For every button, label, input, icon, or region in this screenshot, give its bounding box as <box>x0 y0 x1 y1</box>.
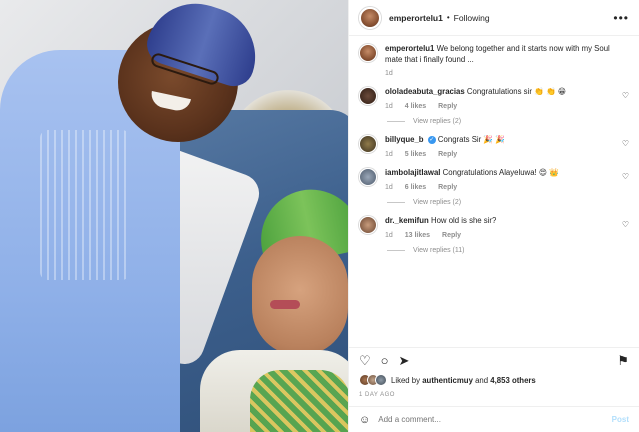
comment-item: ololadeabuta_gracias Congratulations sir… <box>359 87 629 111</box>
comment-text: Congratulations Alayeluwa! 😍 👑 <box>442 168 559 178</box>
comment-text: How old is she sir? <box>430 216 497 226</box>
emoji-icon[interactable]: ☺ <box>359 414 370 426</box>
post-side-panel: emperortelu1 • Following ••• emperortelu… <box>348 0 639 432</box>
commenter-username[interactable]: billyque_b <box>385 135 424 144</box>
photo-robe-embroidery <box>40 130 130 280</box>
comments-list[interactable]: emperortelu1 We belong together and it s… <box>349 36 639 347</box>
comment-likes[interactable]: 13 likes <box>405 232 430 239</box>
reply-button[interactable]: Reply <box>438 103 457 110</box>
comment-likes[interactable]: 5 likes <box>405 151 426 158</box>
likes-summary: Liked by authenticmuy and 4,853 others <box>359 374 629 386</box>
commenter-avatar[interactable] <box>359 168 377 187</box>
comment-meta: 1d 5 likes Reply <box>385 150 616 159</box>
liked-by-suffix: and <box>475 375 489 385</box>
reply-button[interactable]: Reply <box>442 232 461 239</box>
author-avatar[interactable] <box>359 6 381 29</box>
commenter-username[interactable]: iambolajitlawal <box>385 168 440 177</box>
post-time-ago: 1 DAY AGO <box>359 392 395 398</box>
view-replies[interactable]: View replies (2) <box>387 118 629 125</box>
commenter-username[interactable]: ololadeabuta_gracias <box>385 87 465 96</box>
photo-woman-dress-pattern <box>250 370 348 432</box>
instagram-post-modal: emperortelu1 • Following ••• emperortelu… <box>0 0 639 432</box>
liked-by-user[interactable]: authenticmuy <box>422 376 473 385</box>
commenter-avatar[interactable] <box>359 87 377 106</box>
comment-likes[interactable]: 4 likes <box>405 103 426 110</box>
bookmark-icon[interactable]: ⚑ <box>617 354 629 367</box>
comment-input[interactable] <box>378 415 612 424</box>
verified-badge-icon: ✓ <box>427 136 436 145</box>
action-icons: ♡ ○ ➤ ⚑ <box>359 354 629 367</box>
comment-age: 1d <box>385 231 393 239</box>
comment-item: billyque_b ✓ Congrats Sir 🎉 🎉 1d 5 likes… <box>359 135 629 159</box>
view-replies-label[interactable]: View replies (2) <box>413 118 461 125</box>
view-replies-label[interactable]: View replies (11) <box>413 247 465 254</box>
comment-heart-icon[interactable]: ♡ <box>622 220 629 229</box>
comment-likes[interactable]: 6 likes <box>405 184 426 191</box>
comment-text: Congrats Sir 🎉 🎉 <box>437 135 505 145</box>
post-photo[interactable] <box>0 0 348 432</box>
share-icon[interactable]: ➤ <box>399 354 410 367</box>
replies-line <box>387 202 405 204</box>
commenter-avatar[interactable] <box>359 135 377 154</box>
liked-by-others[interactable]: 4,853 others <box>490 376 536 385</box>
photo-woman-lips <box>270 300 300 309</box>
view-replies[interactable]: View replies (11) <box>387 247 629 254</box>
comment-item: iambolajitlawal Congratulations Alayeluw… <box>359 168 629 192</box>
comment-meta: 1d 13 likes Reply <box>385 231 616 240</box>
comment-age: 1d <box>385 150 393 158</box>
liked-by-prefix: Liked by <box>391 375 421 385</box>
liked-by-text: Liked by authenticmuy and 4,853 others <box>391 376 536 385</box>
post-header: emperortelu1 • Following ••• <box>349 0 639 36</box>
photo-woman-face <box>252 236 348 356</box>
caption-meta: 1d <box>385 69 629 78</box>
comment-age: 1d <box>385 183 393 191</box>
comment-text: Congratulations sir 👏 👏 😁 <box>466 87 566 97</box>
comment-meta: 1d 6 likes Reply <box>385 183 616 192</box>
following-button[interactable]: Following <box>454 13 490 23</box>
post-comment-button[interactable]: Post <box>612 415 629 424</box>
reply-button[interactable]: Reply <box>438 151 457 158</box>
comment-item: dr._kemifun How old is she sir? 1d 13 li… <box>359 216 629 240</box>
caption-avatar[interactable] <box>359 44 377 62</box>
caption-username[interactable]: emperortelu1 <box>385 44 434 53</box>
add-comment-bar: ☺ Post <box>349 406 639 432</box>
reply-button[interactable]: Reply <box>438 184 457 191</box>
commenter-username[interactable]: dr._kemifun <box>385 216 429 225</box>
comment-icon[interactable]: ○ <box>381 354 389 367</box>
post-actions: ♡ ○ ➤ ⚑ Liked by authenticmuy and 4,853 … <box>349 347 639 400</box>
comment-heart-icon[interactable]: ♡ <box>622 172 629 181</box>
liker-avatar[interactable] <box>375 374 387 386</box>
comment-heart-icon[interactable]: ♡ <box>622 91 629 100</box>
replies-line <box>387 121 405 123</box>
caption-age: 1d <box>385 70 393 78</box>
header-separator: • <box>446 13 450 22</box>
more-options-icon[interactable]: ••• <box>613 12 629 24</box>
replies-line <box>387 250 405 252</box>
view-replies-label[interactable]: View replies (2) <box>413 199 461 206</box>
view-replies[interactable]: View replies (2) <box>387 199 629 206</box>
heart-outline-icon[interactable]: ♡ <box>359 354 371 367</box>
commenter-avatar[interactable] <box>359 216 377 235</box>
comment-heart-icon[interactable]: ♡ <box>622 139 629 148</box>
comment-age: 1d <box>385 102 393 110</box>
comment-meta: 1d 4 likes Reply <box>385 102 616 111</box>
caption: emperortelu1 We belong together and it s… <box>359 44 629 78</box>
author-username[interactable]: emperortelu1 <box>389 13 443 23</box>
